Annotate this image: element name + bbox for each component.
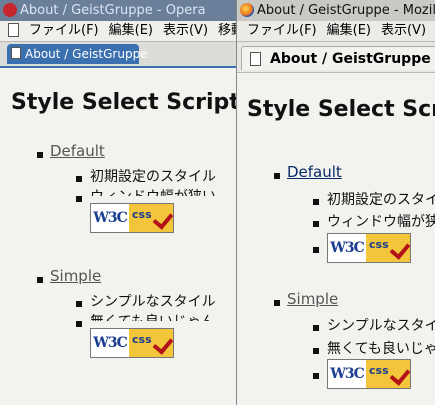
checkmark-icon (389, 364, 411, 386)
w3c-logo: W3C (93, 210, 128, 226)
tab-label: About / GeistGruppe (270, 51, 431, 67)
bullet (313, 373, 319, 379)
bullet (313, 247, 319, 253)
checkmark-icon (389, 238, 411, 260)
menu-file[interactable]: ファイル(F) (247, 23, 317, 38)
style-link-default[interactable]: Default (287, 163, 342, 181)
style-link-simple[interactable]: Simple (50, 267, 101, 285)
menu-edit[interactable]: 編集(E) (327, 23, 371, 38)
css-logo: css (366, 360, 411, 388)
style-link-default[interactable]: Default (50, 142, 105, 160)
page-title: Style Select Script (11, 90, 237, 115)
menu-file[interactable]: ファイル(F) (29, 23, 99, 38)
window-title: About / GeistGruppe - Mozilla (257, 3, 435, 18)
checkmark-icon (152, 333, 174, 355)
firefox-logo-icon (240, 3, 254, 17)
w3c-logo: W3C (330, 366, 365, 382)
style-desc: 初期設定のスタイル (90, 169, 216, 185)
w3c-css-badge[interactable]: W3C css (90, 203, 174, 233)
bullet (76, 176, 82, 182)
style-link-simple[interactable]: Simple (287, 290, 338, 308)
style-desc: 初期設定のスタイル (327, 192, 435, 208)
bullet (313, 221, 319, 227)
w3c-logo: W3C (330, 240, 365, 256)
bullet (37, 152, 43, 158)
tab-about[interactable]: About / GeistGruppe (241, 46, 435, 70)
menu-edit[interactable]: 編集(E) (109, 23, 153, 38)
style-desc: シンプルなスタイル (327, 318, 435, 334)
menu-go[interactable]: 移動 (218, 23, 236, 38)
mozilla-menubar: ファイル(F) 編集(E) 表示(V) (237, 21, 435, 42)
w3c-css-badge[interactable]: W3C css (90, 328, 174, 358)
css-label: css (369, 238, 389, 251)
style-desc: 無くても良いじゃん (327, 341, 435, 357)
tab-about[interactable]: About / GeistGruppe (7, 44, 148, 64)
mozilla-window: About / GeistGruppe - Mozilla ファイル(F) 編集(… (237, 0, 435, 405)
style-desc: シンプルなスタイル (90, 294, 216, 310)
opera-titlebar[interactable]: About / GeistGruppe - Opera (0, 0, 236, 21)
opera-window: About / GeistGruppe - Opera ファイル(F) 編集(E)… (0, 0, 237, 405)
tab-label: About / GeistGruppe (25, 47, 148, 61)
menu-view[interactable]: 表示(V) (381, 23, 426, 38)
css-label: css (132, 208, 152, 221)
page-icon (250, 52, 261, 66)
css-logo: css (129, 204, 174, 232)
page-icon[interactable] (8, 22, 19, 37)
mozilla-tabbar: About / GeistGruppe (237, 42, 435, 73)
w3c-css-badge[interactable]: W3C css (327, 233, 411, 263)
checkmark-icon (152, 208, 174, 230)
css-label: css (132, 333, 152, 346)
w3c-css-badge[interactable]: W3C css (327, 359, 411, 389)
css-logo: css (366, 234, 411, 262)
menu-view[interactable]: 表示(V) (163, 23, 208, 38)
page-title: Style Select Script (247, 97, 435, 122)
bullet (76, 301, 82, 307)
opera-page: Style Select Script Default 初期設定のスタイル ウィ… (0, 66, 236, 398)
w3c-logo: W3C (93, 335, 128, 351)
bullet (313, 199, 319, 205)
window-title: About / GeistGruppe - Opera (20, 3, 206, 18)
bullet (313, 348, 319, 354)
bullet (313, 325, 319, 331)
page-icon (11, 47, 21, 59)
bullet (76, 196, 82, 202)
bullet (76, 321, 82, 327)
opera-menubar: ファイル(F) 編集(E) 表示(V) 移動 (0, 21, 236, 42)
bullet (274, 300, 280, 306)
bullet (37, 277, 43, 283)
mozilla-titlebar[interactable]: About / GeistGruppe - Mozilla (237, 0, 435, 21)
opera-tabbar: About / GeistGruppe (0, 42, 236, 66)
opera-logo-icon (3, 3, 17, 17)
css-logo: css (129, 329, 174, 357)
style-desc: ウィンドウ幅が狭い (327, 214, 435, 230)
bullet (274, 173, 280, 179)
css-label: css (369, 364, 389, 377)
